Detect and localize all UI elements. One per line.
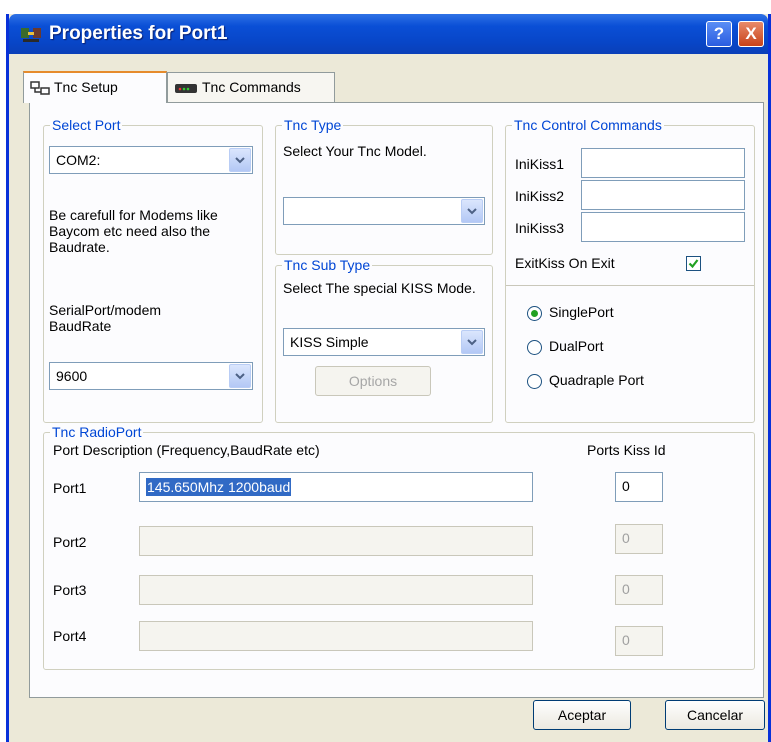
setup-icon	[30, 81, 50, 96]
radio-singleport[interactable]	[527, 306, 542, 321]
radio-selected-dot	[531, 310, 538, 317]
port-description-header: Port Description (Frequency,BaudRate etc…	[53, 442, 320, 458]
title-bar[interactable]: Properties for Port1 ? X	[9, 14, 768, 54]
kiss-mode-prompt: Select The special KISS Mode.	[283, 280, 476, 296]
baudrate-label: SerialPort/modem BaudRate	[49, 302, 162, 334]
exitkiss-checkbox[interactable]	[686, 256, 701, 271]
tnc-model-select[interactable]	[283, 197, 485, 225]
radio-quadraple-port[interactable]	[527, 374, 542, 389]
tab-label: Tnc Commands	[202, 79, 301, 95]
aceptar-button[interactable]: Aceptar	[533, 700, 631, 730]
port3-kiss-id-input[interactable]: 0	[615, 575, 663, 605]
tab-tnc-commands[interactable]: Tnc Commands	[167, 72, 335, 102]
exitkiss-label: ExitKiss On Exit	[515, 255, 615, 271]
field-value: 0	[622, 632, 630, 648]
chevron-down-icon[interactable]	[229, 148, 251, 172]
combo-value: COM2:	[56, 152, 101, 168]
close-button[interactable]: X	[738, 21, 764, 47]
group-legend: Tnc Control Commands	[514, 117, 662, 133]
field-value: 0	[622, 530, 630, 546]
port3-label: Port3	[53, 582, 87, 598]
tab-label: Tnc Setup	[54, 79, 118, 95]
combo-value: 9600	[56, 368, 88, 384]
kiss-mode-select[interactable]: KISS Simple	[283, 328, 485, 356]
chevron-down-icon[interactable]	[461, 330, 483, 354]
ports-kiss-id-header: Ports Kiss Id	[587, 442, 666, 458]
tnc-type-group: Tnc Type	[275, 117, 493, 255]
checkmark-icon	[688, 259, 699, 269]
options-button[interactable]: Options	[315, 366, 431, 396]
modem-icon	[175, 84, 197, 94]
port4-kiss-id-input[interactable]: 0	[615, 626, 663, 656]
divider	[506, 285, 754, 286]
inikiss3-label: IniKiss3	[515, 220, 565, 236]
field-value: 0	[622, 478, 630, 494]
tab-tnc-setup[interactable]: Tnc Setup	[23, 71, 167, 103]
inikiss2-input[interactable]	[581, 180, 745, 210]
chevron-down-icon[interactable]	[461, 199, 483, 223]
chevron-down-icon[interactable]	[229, 364, 251, 388]
window-title: Properties for Port1	[49, 23, 228, 44]
port2-kiss-id-input[interactable]: 0	[615, 524, 663, 554]
properties-dialog: Properties for Port1 ? X Tnc Setup Tnc C…	[6, 14, 771, 742]
field-value: 0	[622, 581, 630, 597]
port4-label: Port4	[53, 628, 87, 644]
cancelar-button[interactable]: Cancelar	[665, 700, 765, 730]
group-legend: Select Port	[52, 117, 121, 133]
port2-label: Port2	[53, 534, 87, 550]
port4-description-input[interactable]	[139, 621, 533, 651]
port3-description-input[interactable]	[139, 575, 533, 605]
inikiss3-input[interactable]	[581, 212, 745, 242]
port1-description-input[interactable]: 145.650Mhz 1200baud	[139, 472, 533, 502]
inikiss2-label: IniKiss2	[515, 188, 565, 204]
port-select[interactable]: COM2:	[49, 146, 253, 174]
combo-value: KISS Simple	[290, 334, 369, 350]
group-legend: Tnc RadioPort	[52, 424, 142, 440]
port1-label: Port1	[53, 480, 87, 496]
tnc-type-prompt: Select Your Tnc Model.	[283, 143, 427, 159]
network-port-icon	[21, 28, 41, 42]
singleport-label[interactable]: SinglePort	[549, 304, 614, 320]
field-value: 145.650Mhz 1200baud	[146, 478, 292, 496]
inikiss1-label: IniKiss1	[515, 156, 565, 172]
port2-description-input[interactable]	[139, 526, 533, 556]
group-legend: Tnc Sub Type	[284, 257, 371, 273]
inikiss1-input[interactable]	[581, 148, 745, 178]
quadraple-port-label[interactable]: Quadraple Port	[549, 372, 644, 388]
dualport-label[interactable]: DualPort	[549, 338, 603, 354]
radio-dualport[interactable]	[527, 340, 542, 355]
group-legend: Tnc Type	[284, 117, 342, 133]
help-button[interactable]: ?	[706, 21, 732, 47]
baudrate-warning: Be carefull for Modems like Baycom etc n…	[49, 207, 218, 255]
port1-kiss-id-input[interactable]: 0	[615, 472, 663, 502]
baudrate-select[interactable]: 9600	[49, 362, 253, 390]
